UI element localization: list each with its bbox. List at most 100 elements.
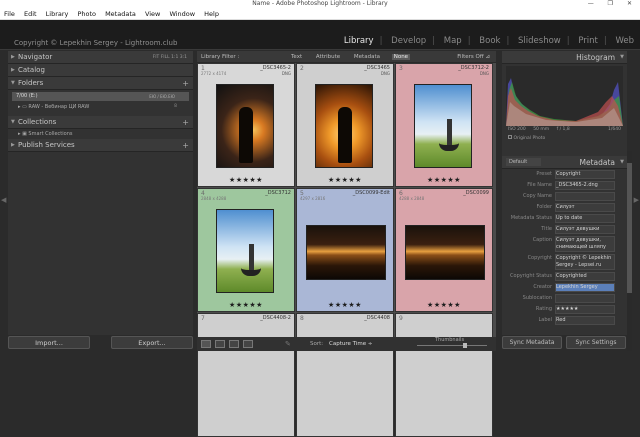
photo-thumbnail[interactable] [216,84,274,168]
filter-attribute[interactable]: Attribute [314,54,342,60]
metadata-value: Силуэт девушки, снимающей шляпу [556,237,606,250]
grid-cell[interactable]: 9 [395,313,493,437]
right-panel-toggle-icon[interactable]: ▶ [634,196,639,204]
module-map[interactable]: Map [444,36,462,46]
metadata-value: Lepekhin Sergey [556,284,598,290]
sync-metadata-button[interactable]: Sync Metadata [502,336,562,349]
metadata-value: Силуэт девушки [556,226,600,232]
module-web[interactable]: Web [615,36,634,46]
add-publish-service-icon[interactable]: + [182,139,189,152]
cell-dimensions: 2772 x 4174 [201,71,227,76]
grid-cell[interactable]: 6 _DSC0099 4288 x 2848 ★★★★★ [395,188,493,312]
photo-thumbnail[interactable] [315,84,373,168]
metadata-key: Copy Name [522,193,552,199]
filter-none[interactable]: None [391,54,411,60]
smart-collections-row[interactable]: ▸ ▣ Smart Collections [8,129,193,139]
grid-cell[interactable]: 3 _DSC3712-2 DNG ★★★★★ [395,63,493,187]
menu-library[interactable]: Library [46,10,69,18]
metadata-row: Creator Lepekhin Sergey [502,282,627,293]
cell-extension: DNG [380,71,390,76]
menu-metadata[interactable]: Metadata [105,10,136,18]
import-button[interactable]: Import... [8,336,90,349]
grid-cell[interactable]: 5 _DSC0099-Edit 4297 x 2816 ★★★★★ [296,188,394,312]
shutter-value: 1/640 [608,127,621,132]
grid-cell[interactable]: 8 _DSC4408 [296,313,394,437]
cell-filename: _DSC4408-2 [260,315,291,321]
window-controls[interactable]: — ❐ ✕ [588,0,638,8]
cell-filename: _DSC0099-Edit [352,190,390,196]
cell-index: 3 [399,65,403,72]
folders-header[interactable]: ▼ Folders + [8,77,193,90]
navigator-header[interactable]: ▶ Navigator FIT FILL 1:1 3:1 [8,51,193,64]
export-button[interactable]: Export... [111,336,193,349]
grid-cell[interactable]: 7 _DSC4408-2 [197,313,295,437]
photo-thumbnail[interactable] [414,84,472,168]
folder-label: RAW - Вебинар ЦИ RAW [28,104,90,110]
survey-view-icon[interactable] [243,340,253,348]
photo-thumbnail[interactable] [405,225,485,280]
identity-text: Copyright © Lepekhin Sergey - Lightroom.… [14,39,178,47]
star-rating: ★★★★★ [427,301,461,309]
grid-cell[interactable]: 1 _DSC3465-2 2772 x 4174 DNG ★★★★★ [197,63,295,187]
catalog-header[interactable]: ▶ Catalog [8,64,193,77]
library-filter-bar: Library Filter : Text Attribute Metadata… [197,51,496,63]
painter-icon[interactable]: ✎ [285,337,291,351]
grid-cell[interactable]: 4 _DSC3712 2848 x 4288 ★★★★★ [197,188,295,312]
cell-index: 9 [399,315,403,322]
metadata-field[interactable] [555,294,615,303]
right-panel-scrollbar[interactable] [627,151,632,351]
metadata-view-dropdown[interactable]: Default [506,158,542,166]
loupe-view-icon[interactable] [215,340,225,348]
folder-row[interactable]: ▸ ▭ RAW - Вебинар ЦИ RAW 8 [8,102,193,112]
publish-services-header[interactable]: ▶ Publish Services + [8,139,193,152]
photo-thumbnail[interactable] [216,209,274,293]
left-panel: ▶ Navigator FIT FILL 1:1 3:1 ▶ Catalog ▼… [8,51,193,335]
compare-view-icon[interactable] [229,340,239,348]
menu-help[interactable]: Help [204,10,219,18]
grid-view-icon[interactable] [201,340,211,348]
metadata-row: File Name _DSC3465-2.dng [502,180,627,191]
metadata-key: Title [541,226,552,232]
filter-metadata[interactable]: Metadata [352,54,382,60]
menu-view[interactable]: View [145,10,160,18]
metadata-header[interactable]: Default Metadata ▼ [502,156,627,169]
cell-filename: _DSC4408 [364,315,390,321]
module-library[interactable]: Library [344,36,374,46]
filters-off-toggle[interactable]: Filters Off ⊿ [457,51,490,63]
original-photo-checkbox[interactable] [508,135,512,139]
drive-info: ЕЮ / ЕЮ.ЕЮ [149,94,175,99]
module-develop[interactable]: Develop [391,36,426,46]
metadata-value: Copyright [556,171,581,177]
metadata-field[interactable] [555,192,615,201]
module-book[interactable]: Book [479,36,500,46]
navigator-zoom-options[interactable]: FIT FILL 1:1 3:1 [153,51,187,64]
collections-header[interactable]: ▼ Collections + [8,116,193,129]
menu-file[interactable]: File [4,10,15,18]
thumbnail-size-slider[interactable] [417,345,487,346]
menu-bar: File Edit Library Photo Metadata View Wi… [0,8,640,20]
drive-row[interactable]: 7/00 (E:) ЕЮ / ЕЮ.ЕЮ [12,92,189,101]
metadata-value: Copyrighted [556,273,587,279]
metadata-row: Label Red [502,315,627,326]
histogram-graphic [506,78,623,126]
expand-triangle-icon: ▼ [620,54,624,60]
menu-photo[interactable]: Photo [77,10,96,18]
module-print[interactable]: Print [578,36,598,46]
smart-collection-icon: ▸ ▣ [18,131,29,137]
left-panel-toggle-icon[interactable]: ◀ [1,196,6,204]
menu-window[interactable]: Window [169,10,195,18]
sort-dropdown[interactable]: Capture Time ÷ [329,337,372,351]
photo-thumbnail[interactable] [306,225,386,280]
metadata-row: Copy Name [502,191,627,202]
scrollbar-thumb[interactable] [627,163,632,293]
filter-text[interactable]: Text [289,54,304,60]
menu-edit[interactable]: Edit [24,10,37,18]
thumbnail-slider-handle[interactable] [463,343,467,348]
metadata-label: Metadata [579,158,615,167]
add-collection-icon[interactable]: + [182,116,189,129]
add-folder-icon[interactable]: + [182,77,189,90]
histogram-header[interactable]: Histogram ▼ [502,51,627,64]
grid-cell[interactable]: 2 _DSC3465 DNG ★★★★★ [296,63,394,187]
module-slideshow[interactable]: Slideshow [518,36,561,46]
sync-settings-button[interactable]: Sync Settings [566,336,626,349]
